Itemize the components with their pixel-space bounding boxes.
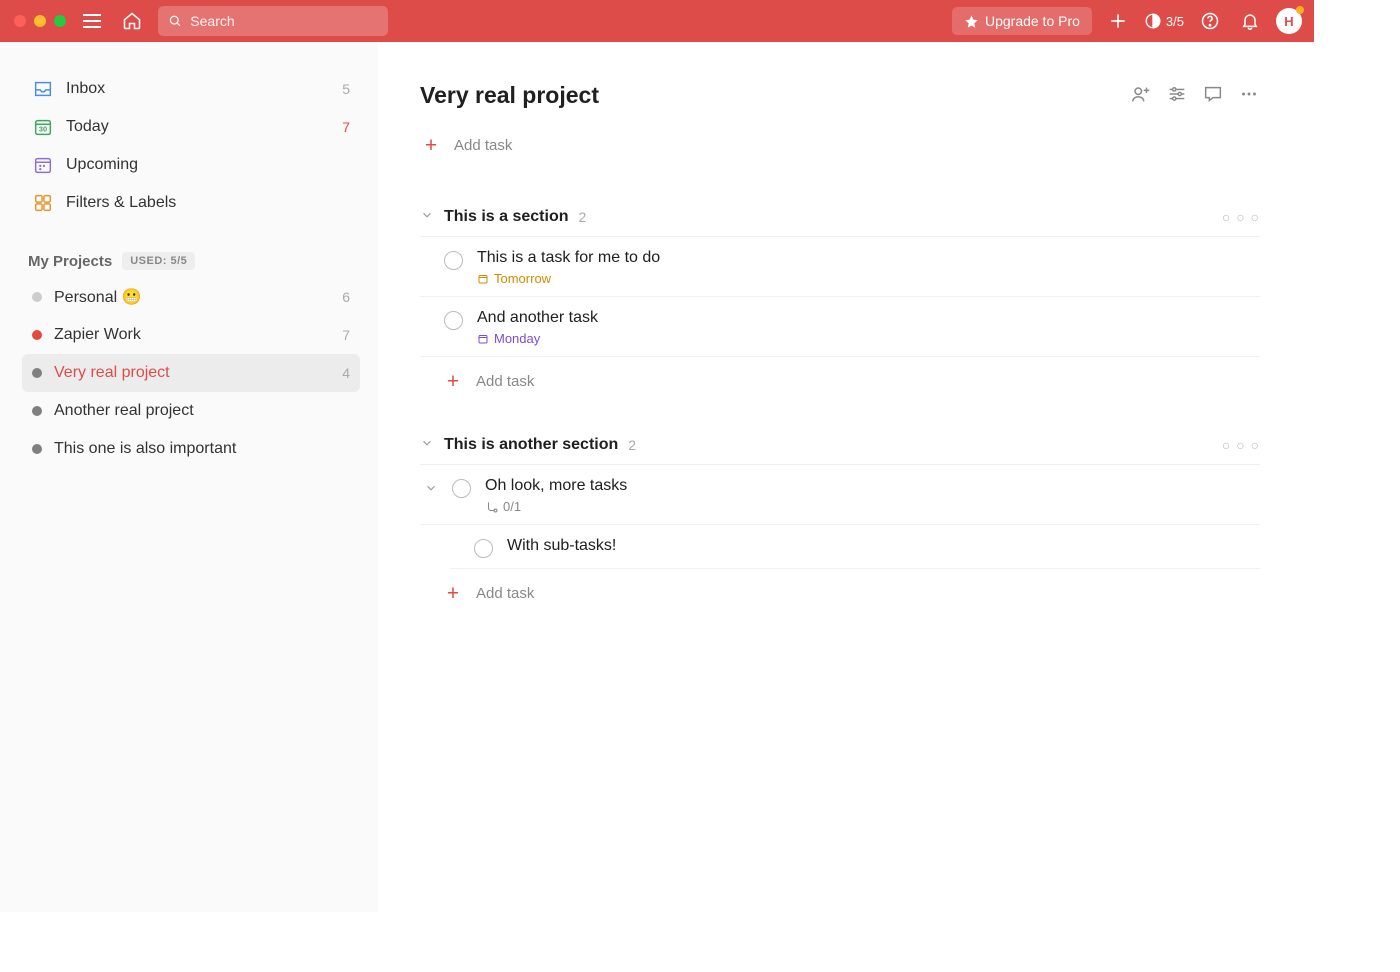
add-task-button[interactable]: + Add task <box>420 569 1260 604</box>
project-dot-icon <box>32 406 42 416</box>
subtask-row[interactable]: With sub-tasks! <box>450 525 1260 569</box>
subtask-progress: 0/1 <box>485 499 627 514</box>
project-item[interactable]: Personal 😬 6 <box>22 278 360 316</box>
sidebar-item-label: Today <box>66 118 109 136</box>
filter-icon[interactable] <box>1166 83 1188 109</box>
top-bar: Upgrade to Pro 3/5 H <box>0 0 1314 42</box>
window-traffic-lights[interactable] <box>14 15 66 27</box>
main-content: Very real project + Add task This is a s… <box>378 42 1314 912</box>
avatar[interactable]: H <box>1276 8 1302 34</box>
project-dot-icon <box>32 330 42 340</box>
notifications-icon[interactable] <box>1236 7 1264 35</box>
task-title: This is a task for me to do <box>477 249 660 267</box>
search-icon <box>168 13 182 29</box>
task-due: Monday <box>477 331 598 346</box>
task-checkbox[interactable] <box>444 251 463 270</box>
home-icon[interactable] <box>118 7 146 35</box>
section-count: 2 <box>578 209 586 225</box>
sidebar-item-count: 7 <box>342 119 350 135</box>
chevron-down-icon[interactable] <box>424 481 438 499</box>
project-count: 7 <box>342 327 350 343</box>
sidebar-item-label: Upcoming <box>66 156 138 174</box>
used-badge: USED: 5/5 <box>122 252 195 270</box>
project-dot-icon <box>32 368 42 378</box>
project-item[interactable]: Zapier Work 7 <box>22 316 360 354</box>
more-icon[interactable] <box>1238 83 1260 109</box>
sidebar-item-filters[interactable]: Filters & Labels <box>22 184 360 222</box>
productivity-counter[interactable]: 3/5 <box>1144 12 1184 30</box>
menu-icon[interactable] <box>78 7 106 35</box>
share-icon[interactable] <box>1130 83 1152 109</box>
add-task-button[interactable]: + Add task <box>420 357 1260 392</box>
project-item[interactable]: Another real project <box>22 392 360 430</box>
section-count: 2 <box>628 437 636 453</box>
section-more-icon[interactable]: ○ ○ ○ <box>1222 437 1260 453</box>
project-name: Very real project <box>54 364 170 382</box>
task-title: And another task <box>477 309 598 327</box>
project-name: Zapier Work <box>54 326 141 344</box>
inbox-icon <box>32 78 54 100</box>
project-dot-icon <box>32 292 42 302</box>
task-row[interactable]: Oh look, more tasks 0/1 <box>420 465 1260 525</box>
sidebar-item-inbox[interactable]: Inbox 5 <box>22 70 360 108</box>
upgrade-label: Upgrade to Pro <box>985 13 1080 29</box>
section-header[interactable]: This is another section 2 ○ ○ ○ <box>420 436 1260 465</box>
project-name: Another real project <box>54 402 194 420</box>
add-task-button[interactable]: + Add task <box>420 127 1260 164</box>
project-count: 6 <box>342 289 350 305</box>
task-checkbox[interactable] <box>452 479 471 498</box>
comments-icon[interactable] <box>1202 83 1224 109</box>
plus-icon: + <box>422 135 440 156</box>
task-checkbox[interactable] <box>474 539 493 558</box>
chevron-down-icon[interactable] <box>420 436 434 454</box>
sidebar-item-count: 5 <box>342 81 350 97</box>
task-title: Oh look, more tasks <box>485 477 627 495</box>
project-name: This one is also important <box>54 440 236 458</box>
task-due: Tomorrow <box>477 271 660 286</box>
project-dot-icon <box>32 444 42 454</box>
project-name: Personal 😬 <box>54 287 142 307</box>
plus-icon: + <box>444 583 462 604</box>
chevron-down-icon[interactable] <box>420 208 434 226</box>
sidebar-item-label: Filters & Labels <box>66 194 176 212</box>
project-item[interactable]: This one is also important <box>22 430 360 468</box>
sidebar-item-upcoming[interactable]: Upcoming <box>22 146 360 184</box>
project-count: 4 <box>342 365 350 381</box>
plus-icon: + <box>444 371 462 392</box>
sidebar-item-today[interactable]: 30 Today 7 <box>22 108 360 146</box>
section-title: This is another section <box>444 436 618 454</box>
search-input[interactable] <box>158 6 388 36</box>
add-icon[interactable] <box>1104 7 1132 35</box>
star-icon <box>964 14 979 29</box>
task-checkbox[interactable] <box>444 311 463 330</box>
svg-text:30: 30 <box>39 125 47 134</box>
productivity-icon <box>1144 12 1162 30</box>
upgrade-button[interactable]: Upgrade to Pro <box>952 7 1092 35</box>
calendar-today-icon: 30 <box>32 116 54 138</box>
sidebar-item-label: Inbox <box>66 80 105 98</box>
task-row[interactable]: And another task Monday <box>420 297 1260 357</box>
calendar-icon <box>32 154 54 176</box>
projects-header[interactable]: My Projects USED: 5/5 <box>22 252 360 278</box>
task-row[interactable]: This is a task for me to do Tomorrow <box>420 237 1260 297</box>
section-title: This is a section <box>444 208 568 226</box>
help-icon[interactable] <box>1196 7 1224 35</box>
task-title: With sub-tasks! <box>507 537 616 555</box>
sidebar: Inbox 5 30 Today 7 Upcoming Filters & La… <box>0 42 378 912</box>
grid-icon <box>32 192 54 214</box>
section-header[interactable]: This is a section 2 ○ ○ ○ <box>420 208 1260 237</box>
page-title: Very real project <box>420 82 599 109</box>
section-more-icon[interactable]: ○ ○ ○ <box>1222 209 1260 225</box>
project-item[interactable]: Very real project 4 <box>22 354 360 392</box>
